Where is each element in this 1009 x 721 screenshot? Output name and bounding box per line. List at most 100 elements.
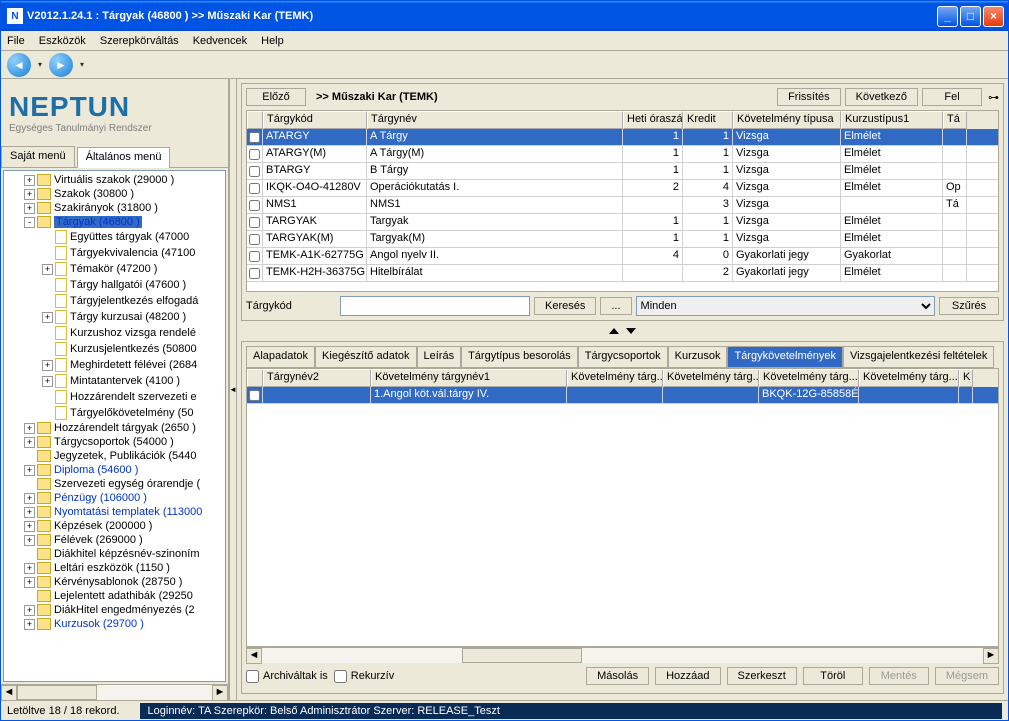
menu-favorites[interactable]: Kedvencek bbox=[193, 35, 247, 47]
expand-icon[interactable]: + bbox=[42, 360, 53, 371]
tree-label[interactable]: Leltári eszközök (1150 ) bbox=[54, 562, 170, 574]
tree-label[interactable]: Hozzárendelt tárgyak (2650 ) bbox=[54, 422, 196, 434]
close-button[interactable]: × bbox=[983, 6, 1004, 27]
maximize-button[interactable]: □ bbox=[960, 6, 981, 27]
tree-node[interactable]: Kurzushoz vizsga rendelé bbox=[6, 325, 223, 341]
tree-node[interactable]: +Mintatantervek (4100 ) bbox=[6, 373, 223, 389]
table-row[interactable]: TARGYAKTargyak11VizsgaElmélet bbox=[247, 214, 998, 231]
table-row[interactable]: TEMK-H2H-36375GHitelbírálat2Gyakorlati j… bbox=[247, 265, 998, 282]
splitter[interactable] bbox=[241, 325, 1004, 339]
collapse-handle[interactable]: ◄ bbox=[229, 79, 237, 700]
column-header[interactable]: K bbox=[959, 369, 973, 387]
expand-icon[interactable]: + bbox=[24, 563, 35, 574]
search-input[interactable] bbox=[340, 296, 530, 316]
scroll-left-icon[interactable]: ◄ bbox=[1, 685, 17, 700]
column-header[interactable]: Követelmény tárg... bbox=[567, 369, 663, 387]
tree-node[interactable]: Szervezeti egység órarendje ( bbox=[6, 477, 223, 491]
tree-label[interactable]: Tárgy hallgatói (47600 ) bbox=[70, 279, 186, 291]
tree-node[interactable]: + Meghirdetett félévei (2684 bbox=[6, 357, 223, 373]
expand-icon[interactable]: + bbox=[24, 521, 35, 532]
table-row[interactable]: ATARGYA Tárgy11VizsgaElmélet bbox=[247, 129, 998, 146]
tree-label[interactable]: Kurzushoz vizsga rendelé bbox=[70, 327, 196, 339]
tree-node[interactable]: Lejelentett adathibák (29250 bbox=[6, 589, 223, 603]
filter-button[interactable]: Szűrés bbox=[939, 297, 999, 315]
menu-help[interactable]: Help bbox=[261, 35, 284, 47]
tree-node[interactable]: +Virtuális szakok (29000 ) bbox=[6, 173, 223, 187]
tree-node[interactable]: +Tárgycsoportok (54000 ) bbox=[6, 435, 223, 449]
expand-icon[interactable]: + bbox=[24, 493, 35, 504]
table-row[interactable]: TARGYAK(M)Targyak(M)11VizsgaElmélet bbox=[247, 231, 998, 248]
table-row[interactable]: 1.Angol köt.vál.tárgy IV.BKQK-12G-85858É bbox=[247, 387, 998, 404]
search-button[interactable]: Keresés bbox=[534, 297, 596, 315]
tree-label[interactable]: Diploma (54600 ) bbox=[54, 464, 138, 476]
triangle-down-icon[interactable] bbox=[626, 328, 636, 334]
filter-select[interactable]: Minden bbox=[636, 296, 935, 316]
tree-hscroll[interactable]: ◄ ► bbox=[1, 684, 228, 700]
tree-node[interactable]: Jegyzetek, Publikációk (5440 bbox=[6, 449, 223, 463]
row-checkbox[interactable] bbox=[249, 132, 260, 143]
search-more-button[interactable]: ... bbox=[600, 297, 631, 315]
column-header[interactable]: Tárgykód bbox=[263, 111, 367, 129]
column-header[interactable]: Tá bbox=[943, 111, 967, 129]
tree-label[interactable]: Témakör (47200 ) bbox=[70, 263, 157, 275]
col-checkbox[interactable] bbox=[247, 369, 263, 387]
column-header[interactable]: Tárgynév2 bbox=[263, 369, 371, 387]
expand-icon[interactable]: + bbox=[42, 264, 53, 275]
row-checkbox[interactable] bbox=[249, 268, 260, 279]
tree-label[interactable]: Tárgyelőkövetelmény (50 bbox=[70, 407, 194, 419]
column-header[interactable]: Tárgynév bbox=[367, 111, 623, 129]
detail-tab[interactable]: Tárgytípus besorolás bbox=[461, 346, 578, 368]
row-checkbox[interactable] bbox=[249, 217, 260, 228]
tree-node[interactable]: Tárgyekvivalencia (47100 bbox=[6, 245, 223, 261]
expand-icon[interactable]: + bbox=[24, 465, 35, 476]
tree-label[interactable]: Lejelentett adathibák (29250 bbox=[54, 590, 193, 602]
tree-node[interactable]: Tárgy hallgatói (47600 ) bbox=[6, 277, 223, 293]
expand-icon[interactable]: + bbox=[24, 437, 35, 448]
nav-back-button[interactable]: ◄ bbox=[7, 53, 31, 77]
tree-node[interactable]: +Szakok (30800 ) bbox=[6, 187, 223, 201]
tree-label[interactable]: Szervezeti egység órarendje ( bbox=[54, 478, 200, 490]
row-checkbox[interactable] bbox=[249, 166, 260, 177]
minimize-button[interactable]: _ bbox=[937, 6, 958, 27]
tree-node[interactable]: +Kurzusok (29700 ) bbox=[6, 617, 223, 631]
tree-label[interactable]: Meghirdetett félévei (2684 bbox=[70, 359, 197, 371]
refresh-button[interactable]: Frissítés bbox=[777, 88, 841, 106]
prev-button[interactable]: Előző bbox=[246, 88, 306, 106]
expand-icon[interactable]: + bbox=[24, 619, 35, 630]
scroll-right-icon[interactable]: ► bbox=[983, 648, 999, 664]
row-checkbox[interactable] bbox=[249, 234, 260, 245]
column-header[interactable]: Követelmény típusa bbox=[733, 111, 841, 129]
tree-label[interactable]: Mintatantervek (4100 ) bbox=[70, 375, 180, 387]
detail-tab[interactable]: Alapadatok bbox=[246, 346, 315, 368]
tree-label[interactable]: Tárgyak (46800 ) bbox=[54, 216, 142, 228]
menu-tools[interactable]: Eszközök bbox=[39, 35, 86, 47]
tree-node[interactable]: +Félévek (269000 ) bbox=[6, 533, 223, 547]
tree-label[interactable]: Szakirányok (31800 ) bbox=[54, 202, 158, 214]
tree-label[interactable]: Hozzárendelt szervezeti e bbox=[70, 391, 197, 403]
scroll-thumb[interactable] bbox=[17, 685, 97, 700]
tree-node[interactable]: +Pénzügy (106000 ) bbox=[6, 491, 223, 505]
triangle-up-icon[interactable] bbox=[609, 328, 619, 334]
tree-label[interactable]: Tárgy kurzusai (48200 ) bbox=[70, 311, 186, 323]
tree-label[interactable]: Szakok (30800 ) bbox=[54, 188, 134, 200]
col-checkbox[interactable] bbox=[247, 111, 263, 129]
tree-node[interactable]: Együttes tárgyak (47000 bbox=[6, 229, 223, 245]
tree-node[interactable]: + Leltári eszközök (1150 ) bbox=[6, 561, 223, 575]
pin-icon[interactable]: ⊶ bbox=[988, 91, 999, 104]
up-button[interactable]: Fel bbox=[922, 88, 982, 106]
tree-node[interactable]: +Képzések (200000 ) bbox=[6, 519, 223, 533]
row-checkbox[interactable] bbox=[249, 149, 260, 160]
detail-tab[interactable]: Tárgycsoportok bbox=[578, 346, 668, 368]
column-header[interactable]: Követelmény tárg... bbox=[859, 369, 959, 387]
detail-tab[interactable]: Kiegészítő adatok bbox=[315, 346, 416, 368]
menu-tree[interactable]: +Virtuális szakok (29000 )+Szakok (30800… bbox=[3, 170, 226, 682]
nav-forward-button[interactable]: ► bbox=[49, 53, 73, 77]
detail-tab[interactable]: Tárgykövetelmények bbox=[727, 346, 843, 368]
grid2-hscroll[interactable]: ◄ ► bbox=[246, 647, 999, 663]
expand-icon[interactable]: + bbox=[24, 175, 35, 186]
tree-label[interactable]: Nyomtatási templatek (113000 bbox=[54, 506, 202, 518]
tree-label[interactable]: DiákHitel engedményezés (2 bbox=[54, 604, 195, 616]
column-header[interactable]: Követelmény tárg... bbox=[663, 369, 759, 387]
tree-label[interactable]: Jegyzetek, Publikációk (5440 bbox=[54, 450, 196, 462]
column-header[interactable]: Kredit bbox=[683, 111, 733, 129]
